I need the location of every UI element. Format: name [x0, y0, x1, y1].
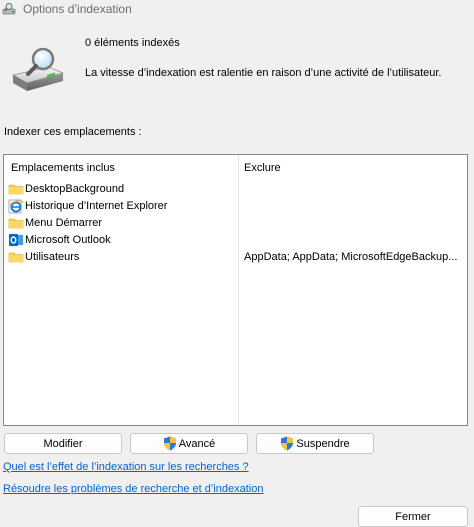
folder-icon	[8, 184, 24, 194]
folder-icon	[8, 252, 24, 262]
list-item[interactable]: Historique d’Internet Explorer	[8, 197, 464, 214]
location-name: DesktopBackground	[25, 182, 125, 195]
pause-button-label: Suspendre	[296, 437, 350, 450]
locations-list[interactable]: Emplacements inclus Exclure DesktopBackg…	[3, 154, 468, 426]
location-exclude: AppData; AppData; MicrosoftEdgeBackup...	[244, 250, 458, 263]
column-header-exclude: Exclure	[244, 162, 281, 174]
indexed-count: 0 éléments indexés	[85, 37, 180, 49]
close-button-label: Fermer	[395, 510, 431, 523]
folder-icon	[8, 218, 24, 228]
locations-section-label: Indexer ces emplacements :	[4, 126, 142, 138]
indexed-drive-icon	[11, 47, 65, 91]
pause-button[interactable]: Suspendre	[256, 433, 374, 454]
list-item[interactable]: Microsoft Outlook	[8, 231, 464, 248]
indexing-status: La vitesse d’indexation est ralentie en …	[85, 67, 442, 79]
location-name: Microsoft Outlook	[25, 233, 111, 246]
outlook-icon	[9, 233, 23, 246]
window-title: Options d’indexation	[23, 2, 132, 16]
list-item[interactable]: Utilisateurs AppData; AppData; Microsoft…	[8, 248, 464, 265]
advanced-button[interactable]: Avancé	[130, 433, 248, 454]
uac-shield-icon	[281, 436, 294, 451]
modify-button[interactable]: Modifier	[4, 433, 122, 454]
list-item[interactable]: Menu Démarrer	[8, 214, 464, 231]
column-header-included: Emplacements inclus	[11, 162, 115, 174]
title-bar: Options d’indexation	[0, 0, 474, 20]
indexing-effect-link[interactable]: Quel est l’effet de l’indexation sur les…	[3, 461, 249, 473]
location-name: Menu Démarrer	[25, 216, 103, 229]
close-button[interactable]: Fermer	[358, 506, 468, 527]
list-item[interactable]: DesktopBackground	[8, 180, 464, 197]
internet-explorer-icon	[8, 199, 24, 213]
uac-shield-icon	[163, 436, 176, 451]
modify-button-label: Modifier	[43, 437, 83, 450]
troubleshoot-link[interactable]: Résoudre les problèmes de recherche et d…	[3, 483, 264, 495]
location-name: Utilisateurs	[25, 250, 80, 263]
location-name: Historique d’Internet Explorer	[25, 199, 168, 212]
advanced-button-label: Avancé	[178, 437, 216, 450]
indexing-options-icon	[2, 3, 16, 15]
